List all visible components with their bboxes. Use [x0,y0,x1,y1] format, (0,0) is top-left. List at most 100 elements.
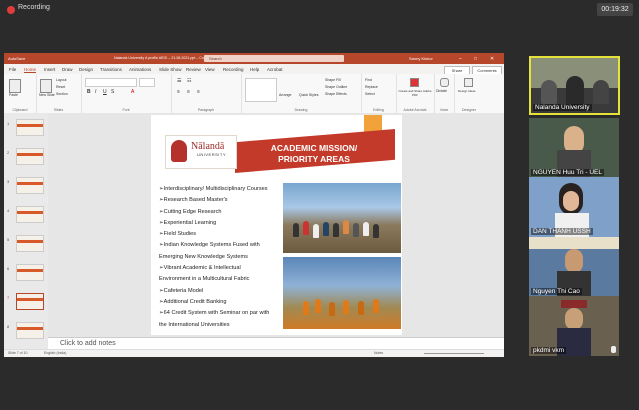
tab-design[interactable]: Design [79,67,93,72]
autosave-label[interactable]: AutoSave [8,56,25,61]
font-color-icon[interactable]: A [131,89,134,95]
slide-thumbnail[interactable] [16,264,44,281]
tab-acrobat[interactable]: Acrobat [267,67,283,72]
thumbnail-number: 7 [7,295,10,300]
font-family-select[interactable] [85,78,137,87]
slides-group-label: Slides [53,108,64,112]
thumbnail-number: 2 [7,150,10,155]
slide-thumbnail[interactable] [16,206,44,223]
new-slide-icon[interactable] [40,79,52,93]
shape-outline-button[interactable]: Shape Outline [325,85,347,89]
bullet-item: ➢Additional Credit Banking [159,298,227,305]
paragraph-group-label: Paragraph [197,108,215,112]
meeting-timer: 00:19:32 [597,3,633,16]
paste-button[interactable]: Paste [9,93,18,97]
pdf-icon[interactable] [410,78,419,87]
slide-thumbnail-selected[interactable] [16,293,44,310]
numbering-icon[interactable]: ☷ [187,78,191,84]
bold-icon[interactable]: B [87,89,91,95]
align-center-icon[interactable]: ≡ [187,89,190,95]
bullet-item: ➢Research Based Master's [159,197,228,204]
tab-animations[interactable]: Animations [129,67,151,72]
minimize-icon[interactable]: – [459,56,462,62]
paragraph-group: ☰ ☷ ≡ ≡ ≡ Paragraph [171,74,242,113]
maximize-icon[interactable]: □ [474,56,477,62]
ribbon: Paste Clipboard New Slide Layout Reset S… [4,74,504,114]
zoom-slider[interactable] [424,353,484,354]
language-indicator[interactable]: English (India) [44,351,66,355]
dictate-button[interactable]: Dictate [436,89,447,93]
thumbnail-number: 8 [7,324,10,329]
new-slide-button[interactable]: New Slide [39,93,55,97]
participant-tile[interactable]: Nguyen Thi Cao [529,237,619,297]
create-share-pdf-button[interactable]: Create and Share Adobe PDF [398,89,432,97]
current-slide[interactable]: 5 ACADEMIC MISSION/ PRIORITY AREAS Nālan… [151,115,402,335]
reset-button[interactable]: Reset [56,85,65,89]
paste-icon[interactable] [9,79,21,93]
section-button[interactable]: Section [56,92,68,96]
align-right-icon[interactable]: ≡ [197,89,200,95]
recording-indicator-icon [7,6,15,14]
bullet-item: ➢Vibrant Academic & Intellectual [159,265,241,272]
designer-group: Design Ideas Designer [454,74,484,113]
tab-file[interactable]: File [9,67,16,72]
participant-tile-active[interactable]: Nalanda University [529,56,620,115]
tab-help[interactable]: Help [250,67,259,72]
thumbnail-number: 6 [7,266,10,271]
participant-tile[interactable]: DAN THANH USSH [529,177,619,237]
recording-label: Recording [18,4,50,11]
tab-insert[interactable]: Insert [44,67,55,72]
slide-thumbnail[interactable] [16,148,44,165]
clipboard-group-label: Clipboard [12,108,28,112]
university-seal-icon [171,140,187,162]
select-button[interactable]: Select [365,92,375,96]
close-icon[interactable]: ✕ [490,56,494,62]
bullet-item: Environment in a Multicultural Fabric [159,276,250,283]
participant-name: Nalanda University [533,104,592,111]
strikethrough-icon[interactable]: S [111,89,114,95]
layout-button[interactable]: Layout [56,78,67,82]
tab-transitions[interactable]: Transitions [100,67,122,72]
bullets-icon[interactable]: ☰ [177,78,181,84]
notes-placeholder: Click to add notes [60,340,116,347]
shape-effects-button[interactable]: Shape Effects [325,92,347,96]
bullet-list: ➢Interdisciplinary/ Multidisciplinary Co… [159,184,284,331]
tab-view[interactable]: View [205,67,215,72]
slide-thumbnail[interactable] [16,177,44,194]
voice-group-label: Voice [439,108,449,112]
adobe-group-label: Adobe Acrobat [403,108,427,112]
slide-thumbnail[interactable] [16,119,44,136]
design-ideas-button[interactable]: Design Ideas [458,89,476,93]
tab-recording[interactable]: Recording [223,67,244,72]
participant-name: Nguyen Thi Cao [531,288,582,295]
tab-slide-show[interactable]: Slide Show [159,67,182,72]
tab-draw[interactable]: Draw [62,67,73,72]
participant-tile[interactable]: pkdmi vkm [529,296,619,356]
tab-home[interactable]: Home [24,67,37,73]
italic-icon[interactable]: I [95,89,96,95]
quick-styles-button[interactable]: Quick Styles [299,93,318,97]
shape-fill-button[interactable]: Shape Fill [325,78,341,82]
align-left-icon[interactable]: ≡ [177,89,180,95]
search-box[interactable]: Search [204,55,344,62]
bullet-item: ➢Cafeteria Model [159,287,204,294]
participant-tile[interactable]: NGUYEN Huu Tri - UEL [529,118,619,178]
design-ideas-icon[interactable] [464,78,473,87]
slide-thumbnail[interactable] [16,322,44,339]
underline-icon[interactable]: U [103,89,107,95]
tab-review[interactable]: Review [186,67,201,72]
microphone-icon[interactable] [440,78,449,87]
user-name[interactable]: Sanny Kishor [409,56,433,61]
arrange-button[interactable]: Arrange [279,93,291,97]
bullet-item: ➢Indian Knowledge Systems Fused with [159,242,260,249]
logo-subtitle: UNIVERSITY [197,152,227,157]
replace-button[interactable]: Replace [365,85,378,89]
slides-group: New Slide Layout Reset Section Slides [36,74,82,113]
font-size-select[interactable] [139,78,155,87]
slide-thumbnail[interactable] [16,235,44,252]
shapes-gallery[interactable] [245,78,277,102]
participant-name: pkdmi vkm [531,347,567,354]
find-button[interactable]: Find [365,78,372,82]
thumbnail-number: 5 [7,237,10,242]
notes-toggle[interactable]: Notes [374,351,383,355]
